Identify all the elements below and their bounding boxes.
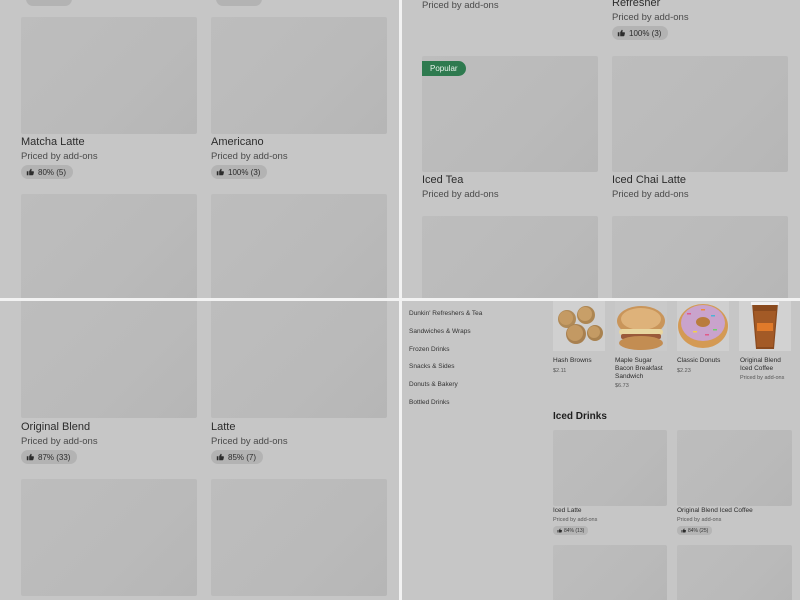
menu-item-image[interactable] xyxy=(21,194,197,298)
rating-pill: 84% (13) xyxy=(553,526,589,535)
menu-item-price: Priced by add-ons xyxy=(677,517,722,523)
menu-item-image[interactable] xyxy=(677,430,792,506)
menu-item-name[interactable]: Original Blend xyxy=(21,421,90,433)
breakfast-sandwich-image[interactable] xyxy=(615,301,667,351)
menu-item-price: Priced by add-ons xyxy=(211,151,288,162)
rating-pill-cutoff xyxy=(216,0,262,6)
hash-browns-image[interactable] xyxy=(553,301,605,351)
thumbs-up-icon xyxy=(216,453,224,461)
rating-pill: 87% (33) xyxy=(21,450,78,464)
featured-item-name[interactable]: Hash Browns xyxy=(553,357,609,365)
rating-pill: 85% (7) xyxy=(211,450,264,464)
popular-badge: Popular xyxy=(422,61,466,76)
thumbs-up-icon xyxy=(26,168,34,176)
featured-item-name[interactable]: Original Blend Iced Coffee xyxy=(740,357,790,373)
category-nav-item[interactable]: Frozen Drinks xyxy=(409,346,449,353)
featured-item-price: $2.11 xyxy=(553,368,567,374)
rating-text: 84% (13) xyxy=(564,527,585,534)
menu-item-image[interactable] xyxy=(211,479,387,596)
rating-text: 84% (25) xyxy=(688,527,709,534)
featured-item-price: $2.23 xyxy=(677,368,691,374)
category-nav-item[interactable]: Dunkin' Refreshers & Tea xyxy=(409,310,482,317)
rating-text: 100% (3) xyxy=(228,167,261,177)
menu-item-name[interactable]: Iced Chai Latte xyxy=(612,174,686,186)
category-nav-item[interactable]: Donuts & Bakery xyxy=(409,381,458,388)
menu-item-image[interactable] xyxy=(612,56,788,172)
menu-item-name[interactable]: Americano xyxy=(211,136,264,148)
menu-item-image[interactable] xyxy=(211,301,387,418)
section-title: Iced Drinks xyxy=(553,411,607,422)
menu-pane-bottom-left: Original Blend Priced by add-ons 87% (33… xyxy=(0,301,399,600)
rating-pill-cutoff xyxy=(26,0,72,6)
iced-coffee-image[interactable] xyxy=(739,301,791,351)
menu-item-name[interactable]: Latte xyxy=(211,421,235,433)
menu-item-image[interactable] xyxy=(422,216,598,298)
pane-divider-horizontal xyxy=(0,298,800,301)
featured-item-price: Priced by add-ons xyxy=(740,375,785,381)
thumbs-up-icon xyxy=(26,453,34,461)
menu-item-price: Priced by add-ons xyxy=(612,189,689,200)
rating-pill: 100% (3) xyxy=(211,165,268,179)
menu-pane-top-right: Priced by add-ons Refresher Priced by ad… xyxy=(402,0,800,298)
menu-item-name[interactable]: Matcha Latte xyxy=(21,136,85,148)
menu-item-image[interactable] xyxy=(612,216,788,298)
menu-item-price: Priced by add-ons xyxy=(422,0,499,11)
category-nav-item[interactable]: Snacks & Sides xyxy=(409,363,455,370)
category-nav-item[interactable]: Bottled Drinks xyxy=(409,399,449,406)
menu-item-image[interactable] xyxy=(21,17,197,134)
menu-item-image[interactable] xyxy=(21,301,197,418)
menu-item-image[interactable] xyxy=(677,545,792,600)
rating-text: 100% (3) xyxy=(629,28,662,38)
featured-item-price: $6.73 xyxy=(615,383,629,389)
menu-item-name[interactable]: Iced Latte xyxy=(553,507,582,515)
rating-text: 85% (7) xyxy=(228,452,257,462)
thumbs-up-icon xyxy=(216,168,224,176)
thumbs-up-icon xyxy=(557,528,562,533)
rating-pill: 80% (5) xyxy=(21,165,74,179)
menu-item-price: Priced by add-ons xyxy=(21,436,98,447)
featured-item-name[interactable]: Maple Sugar Bacon Breakfast Sandwich xyxy=(615,357,671,381)
menu-pane-top-left: Matcha Latte Priced by add-ons 80% (5) A… xyxy=(0,0,399,298)
rating-text: 87% (33) xyxy=(38,452,71,462)
menu-item-image[interactable] xyxy=(211,17,387,134)
menu-item-image[interactable] xyxy=(553,545,667,600)
menu-item-price: Priced by add-ons xyxy=(21,151,98,162)
menu-item-price: Priced by add-ons xyxy=(422,189,499,200)
menu-item-price: Priced by add-ons xyxy=(612,12,689,23)
rating-text: 80% (5) xyxy=(38,167,67,177)
donut-image[interactable] xyxy=(677,301,729,351)
rating-pill: 100% (3) xyxy=(612,26,669,40)
menu-pane-bottom-right: Dunkin' Refreshers & Tea Sandwiches & Wr… xyxy=(402,301,800,600)
menu-item-name[interactable]: Refresher xyxy=(612,0,660,9)
menu-item-name[interactable]: Iced Tea xyxy=(422,174,463,186)
thumbs-up-icon xyxy=(617,29,625,37)
menu-item-name[interactable]: Original Blend Iced Coffee xyxy=(677,507,753,515)
rating-pill: 84% (25) xyxy=(677,526,713,535)
menu-item-price: Priced by add-ons xyxy=(553,517,598,523)
menu-item-image[interactable] xyxy=(553,430,667,506)
thumbs-up-icon xyxy=(681,528,686,533)
menu-item-price: Priced by add-ons xyxy=(211,436,288,447)
featured-item-name[interactable]: Classic Donuts xyxy=(677,357,733,365)
menu-item-image[interactable] xyxy=(211,194,387,298)
menu-item-image[interactable] xyxy=(21,479,197,596)
category-nav-item[interactable]: Sandwiches & Wraps xyxy=(409,328,471,335)
